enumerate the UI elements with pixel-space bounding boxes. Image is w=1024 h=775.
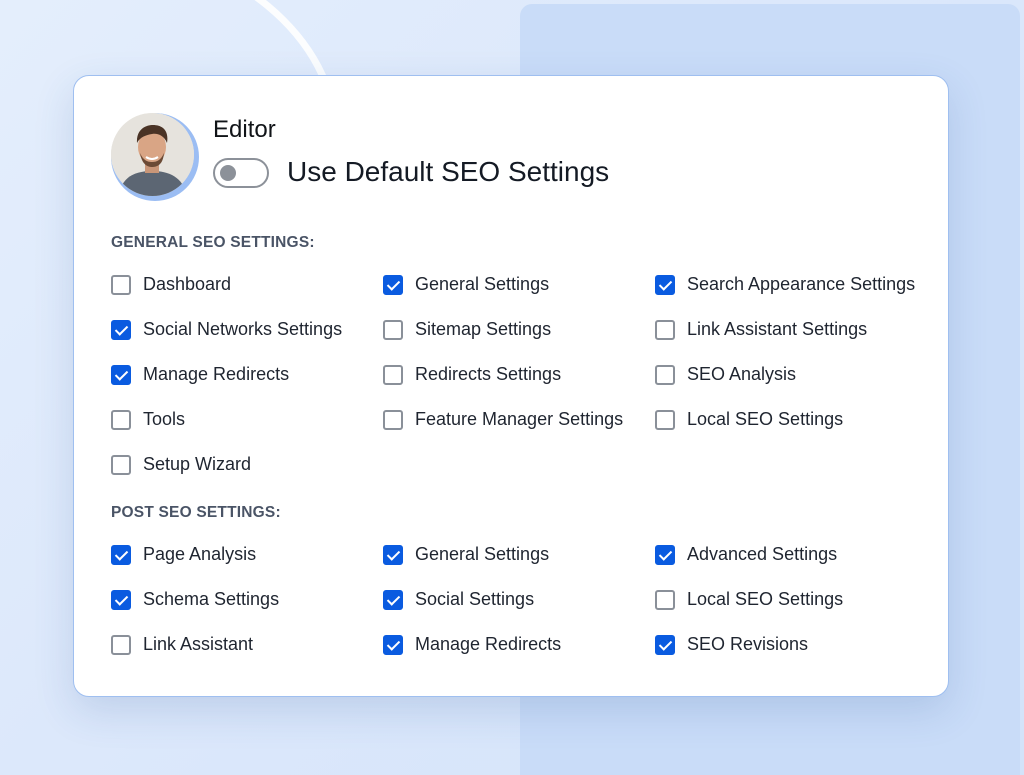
post-option-local-seo-settings[interactable]: Local SEO Settings — [655, 577, 927, 622]
general-section-title: GENERAL SEO SETTINGS: — [111, 234, 315, 251]
general-option-redirects-settings[interactable]: Redirects Settings — [383, 352, 655, 397]
post-option-general-settings[interactable]: General Settings — [383, 532, 655, 577]
general-settings-grid: Dashboard General Settings Search Appearan… — [111, 262, 941, 487]
general-option-dashboard[interactable]: Dashboard — [111, 262, 383, 307]
checkbox-checked[interactable] — [111, 319, 131, 340]
avatar — [111, 113, 194, 196]
post-option-page-analysis[interactable]: Page Analysis — [111, 532, 383, 577]
general-option-search-appearance-settings[interactable]: Search Appearance Settings — [655, 262, 927, 307]
post-option-link-assistant[interactable]: Link Assistant — [111, 622, 383, 667]
general-option-local-seo-settings[interactable]: Local SEO Settings — [655, 397, 927, 442]
checkbox-unchecked[interactable] — [111, 274, 131, 295]
general-option-feature-manager-settings[interactable]: Feature Manager Settings — [383, 397, 655, 442]
default-seo-toggle-label: Use Default SEO Settings — [287, 156, 610, 187]
checkbox-checked[interactable] — [383, 589, 403, 610]
option-label: Manage Redirects — [415, 634, 562, 654]
option-label: Social Settings — [415, 589, 535, 609]
checkbox-unchecked[interactable] — [655, 409, 675, 430]
checkbox-checked[interactable] — [383, 274, 403, 295]
option-label: Feature Manager Settings — [415, 409, 624, 429]
checkbox-checked[interactable] — [111, 544, 131, 565]
checkbox-checked[interactable] — [383, 544, 403, 565]
option-label: General Settings — [415, 274, 550, 294]
checkbox-unchecked[interactable] — [383, 364, 403, 385]
avatar-ring — [111, 113, 199, 201]
option-label: Social Networks Settings — [143, 319, 343, 339]
option-label: Local SEO Settings — [687, 589, 844, 609]
option-label: Search Appearance Settings — [687, 274, 916, 294]
checkbox-checked[interactable] — [111, 364, 131, 385]
general-option-setup-wizard[interactable]: Setup Wizard — [111, 442, 383, 487]
checkbox-checked[interactable] — [111, 589, 131, 610]
checkbox-unchecked[interactable] — [383, 409, 403, 430]
option-label: Page Analysis — [143, 544, 257, 564]
post-option-seo-revisions[interactable]: SEO Revisions — [655, 622, 927, 667]
option-label: Link Assistant Settings — [687, 319, 868, 339]
checkbox-checked[interactable] — [655, 274, 675, 295]
general-option-general-settings[interactable]: General Settings — [383, 262, 655, 307]
general-option-link-assistant-settings[interactable]: Link Assistant Settings — [655, 307, 927, 352]
post-option-advanced-settings[interactable]: Advanced Settings — [655, 532, 927, 577]
general-option-tools[interactable]: Tools — [111, 397, 383, 442]
checkbox-unchecked[interactable] — [655, 589, 675, 610]
checkbox-checked[interactable] — [655, 544, 675, 565]
post-settings-grid: Page Analysis General Settings Advanced Se… — [111, 532, 941, 667]
option-label: Redirects Settings — [415, 364, 562, 384]
post-option-social-settings[interactable]: Social Settings — [383, 577, 655, 622]
checkbox-unchecked[interactable] — [655, 364, 675, 385]
option-label: Link Assistant — [143, 634, 254, 654]
checkbox-unchecked[interactable] — [383, 319, 403, 340]
option-label: Dashboard — [143, 274, 232, 294]
option-label: Schema Settings — [143, 589, 280, 609]
option-label: Tools — [143, 409, 186, 429]
option-label: SEO Revisions — [687, 634, 809, 654]
role-title: Editor — [213, 116, 276, 143]
checkbox-unchecked[interactable] — [655, 319, 675, 340]
option-label: General Settings — [415, 544, 550, 564]
general-option-social-networks-settings[interactable]: Social Networks Settings — [111, 307, 383, 352]
option-label: Local SEO Settings — [687, 409, 844, 429]
option-label: Sitemap Settings — [415, 319, 552, 339]
post-option-schema-settings[interactable]: Schema Settings — [111, 577, 383, 622]
option-label: Manage Redirects — [143, 364, 290, 384]
post-option-manage-redirects[interactable]: Manage Redirects — [383, 622, 655, 667]
checkbox-unchecked[interactable] — [111, 454, 131, 475]
post-section-title: POST SEO SETTINGS: — [111, 504, 281, 521]
general-option-sitemap-settings[interactable]: Sitemap Settings — [383, 307, 655, 352]
default-seo-toggle[interactable] — [213, 158, 269, 188]
option-label: Advanced Settings — [687, 544, 838, 564]
toggle-knob — [220, 165, 236, 181]
checkbox-unchecked[interactable] — [111, 409, 131, 430]
role-settings-card: Editor Use Default SEO Settings GENERAL … — [73, 75, 949, 697]
option-label: Setup Wizard — [143, 454, 252, 474]
checkbox-unchecked[interactable] — [111, 634, 131, 655]
checkbox-checked[interactable] — [655, 634, 675, 655]
general-option-seo-analysis[interactable]: SEO Analysis — [655, 352, 927, 397]
checkbox-checked[interactable] — [383, 634, 403, 655]
option-label: SEO Analysis — [687, 364, 797, 384]
general-option-manage-redirects[interactable]: Manage Redirects — [111, 352, 383, 397]
